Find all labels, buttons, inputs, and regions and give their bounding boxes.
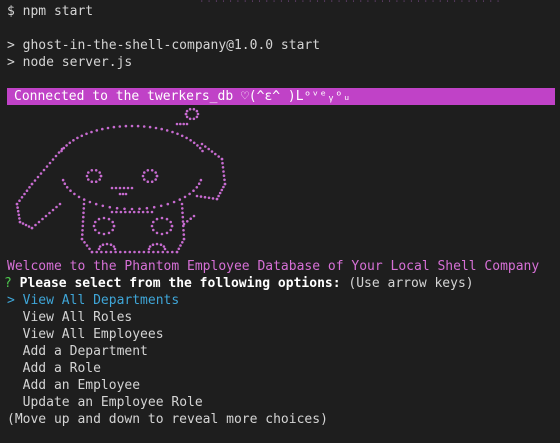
cinnamoroll-ascii-art [15, 107, 227, 254]
menu-option-label: Update an Employee Role [22, 395, 203, 410]
prompt-symbol: $ [7, 4, 15, 19]
pointer-spacer [7, 310, 23, 325]
menu-option-label: Add a Role [22, 361, 101, 376]
menu-option[interactable]: Add a Department [7, 343, 148, 360]
pointer-spacer [7, 395, 23, 410]
menu-footer-hint: (Move up and down to reveal more choices… [7, 412, 328, 427]
question-mark-icon: ? [4, 276, 12, 291]
menu-option[interactable]: > View All Departments [7, 292, 179, 309]
menu-option-label: Add a Department [22, 344, 148, 359]
pointer-spacer [7, 327, 23, 342]
welcome-message: Welcome to the Phantom Employee Database… [7, 259, 540, 274]
script-line-name: > ghost-in-the-shell-company@1.0.0 start [7, 38, 321, 53]
menu-option-label: Add an Employee [22, 378, 141, 393]
connection-banner: Connected to the twerkers_db ♡(^ε^ )Lᵒᵛᵉ… [7, 88, 555, 105]
pointer-spacer [7, 344, 23, 359]
menu-option-label: View All Roles [22, 310, 133, 325]
menu-option-label: View All Employees [22, 327, 164, 342]
command-line: $ npm start [7, 3, 93, 20]
menu-option[interactable]: Update an Employee Role [7, 394, 203, 411]
menu-option-label: View All Departments [22, 293, 180, 308]
selection-pointer-icon: > [7, 293, 23, 308]
question-hint: (Use arrow keys) [348, 276, 474, 291]
command-text: npm start [22, 4, 94, 19]
menu-question: ? Please select from the following optio… [4, 275, 474, 292]
terminal-window[interactable]: · · · · · · · · · · · · · · · · · · · · … [0, 0, 560, 443]
menu-option[interactable]: Add an Employee [7, 377, 140, 394]
menu-option[interactable]: Add a Role [7, 360, 101, 377]
menu-option[interactable]: View All Roles [7, 309, 133, 326]
pointer-spacer [7, 378, 23, 393]
clipped-output-line: · · · · · · · · · · · · · · · · · · · · … [200, 0, 560, 3]
pointer-spacer [7, 361, 23, 376]
question-text: Please select from the following options… [19, 276, 341, 291]
menu-option[interactable]: View All Employees [7, 326, 164, 343]
script-line-command: > node server.js [7, 55, 133, 70]
